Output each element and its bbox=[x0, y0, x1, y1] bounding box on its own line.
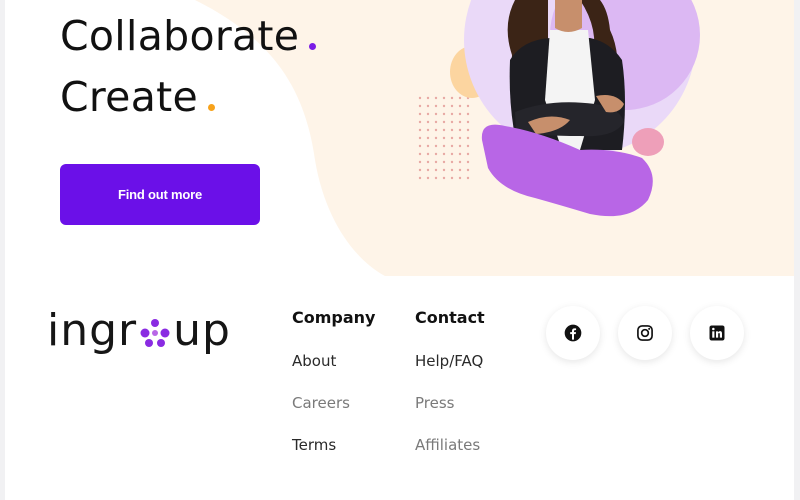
headline-line-2: Create bbox=[60, 77, 216, 118]
site-footer: ingr up Company About Careers Terms Cont… bbox=[5, 276, 794, 500]
column-title-company: Company bbox=[292, 308, 376, 327]
footer-link-help-faq[interactable]: Help/FAQ bbox=[415, 354, 483, 369]
page-frame-right bbox=[794, 0, 800, 500]
dot-pattern bbox=[418, 96, 470, 180]
headline-line-1: Collaborate bbox=[60, 16, 317, 57]
facebook-icon bbox=[564, 324, 582, 342]
logo-mark-icon bbox=[140, 319, 170, 347]
instagram-icon bbox=[637, 325, 653, 341]
facebook-button[interactable] bbox=[546, 306, 600, 360]
footer-link-press[interactable]: Press bbox=[415, 396, 454, 411]
hero-section: Collaborate Create Find out more bbox=[5, 0, 794, 276]
linkedin-icon bbox=[709, 325, 725, 341]
linkedin-button[interactable] bbox=[690, 306, 744, 360]
logo-text-left: ingr bbox=[47, 305, 138, 356]
find-out-more-button[interactable]: Find out more bbox=[60, 164, 260, 225]
footer-column-company: Company About Careers Terms bbox=[292, 308, 376, 453]
purple-dot bbox=[309, 43, 317, 50]
footer-link-about[interactable]: About bbox=[292, 354, 336, 369]
footer-link-careers[interactable]: Careers bbox=[292, 396, 350, 411]
instagram-button[interactable] bbox=[618, 306, 672, 360]
pink-blob bbox=[632, 128, 664, 156]
footer-link-affiliates[interactable]: Affiliates bbox=[415, 438, 480, 453]
column-title-contact: Contact bbox=[415, 308, 485, 327]
hero-portrait bbox=[418, 0, 700, 217]
brand-logo[interactable]: ingr up bbox=[47, 306, 231, 356]
footer-link-terms[interactable]: Terms bbox=[292, 438, 336, 453]
logo-text-right: up bbox=[173, 305, 231, 356]
orange-dot bbox=[208, 104, 216, 111]
footer-column-contact: Contact Help/FAQ Press Affiliates bbox=[415, 308, 485, 453]
